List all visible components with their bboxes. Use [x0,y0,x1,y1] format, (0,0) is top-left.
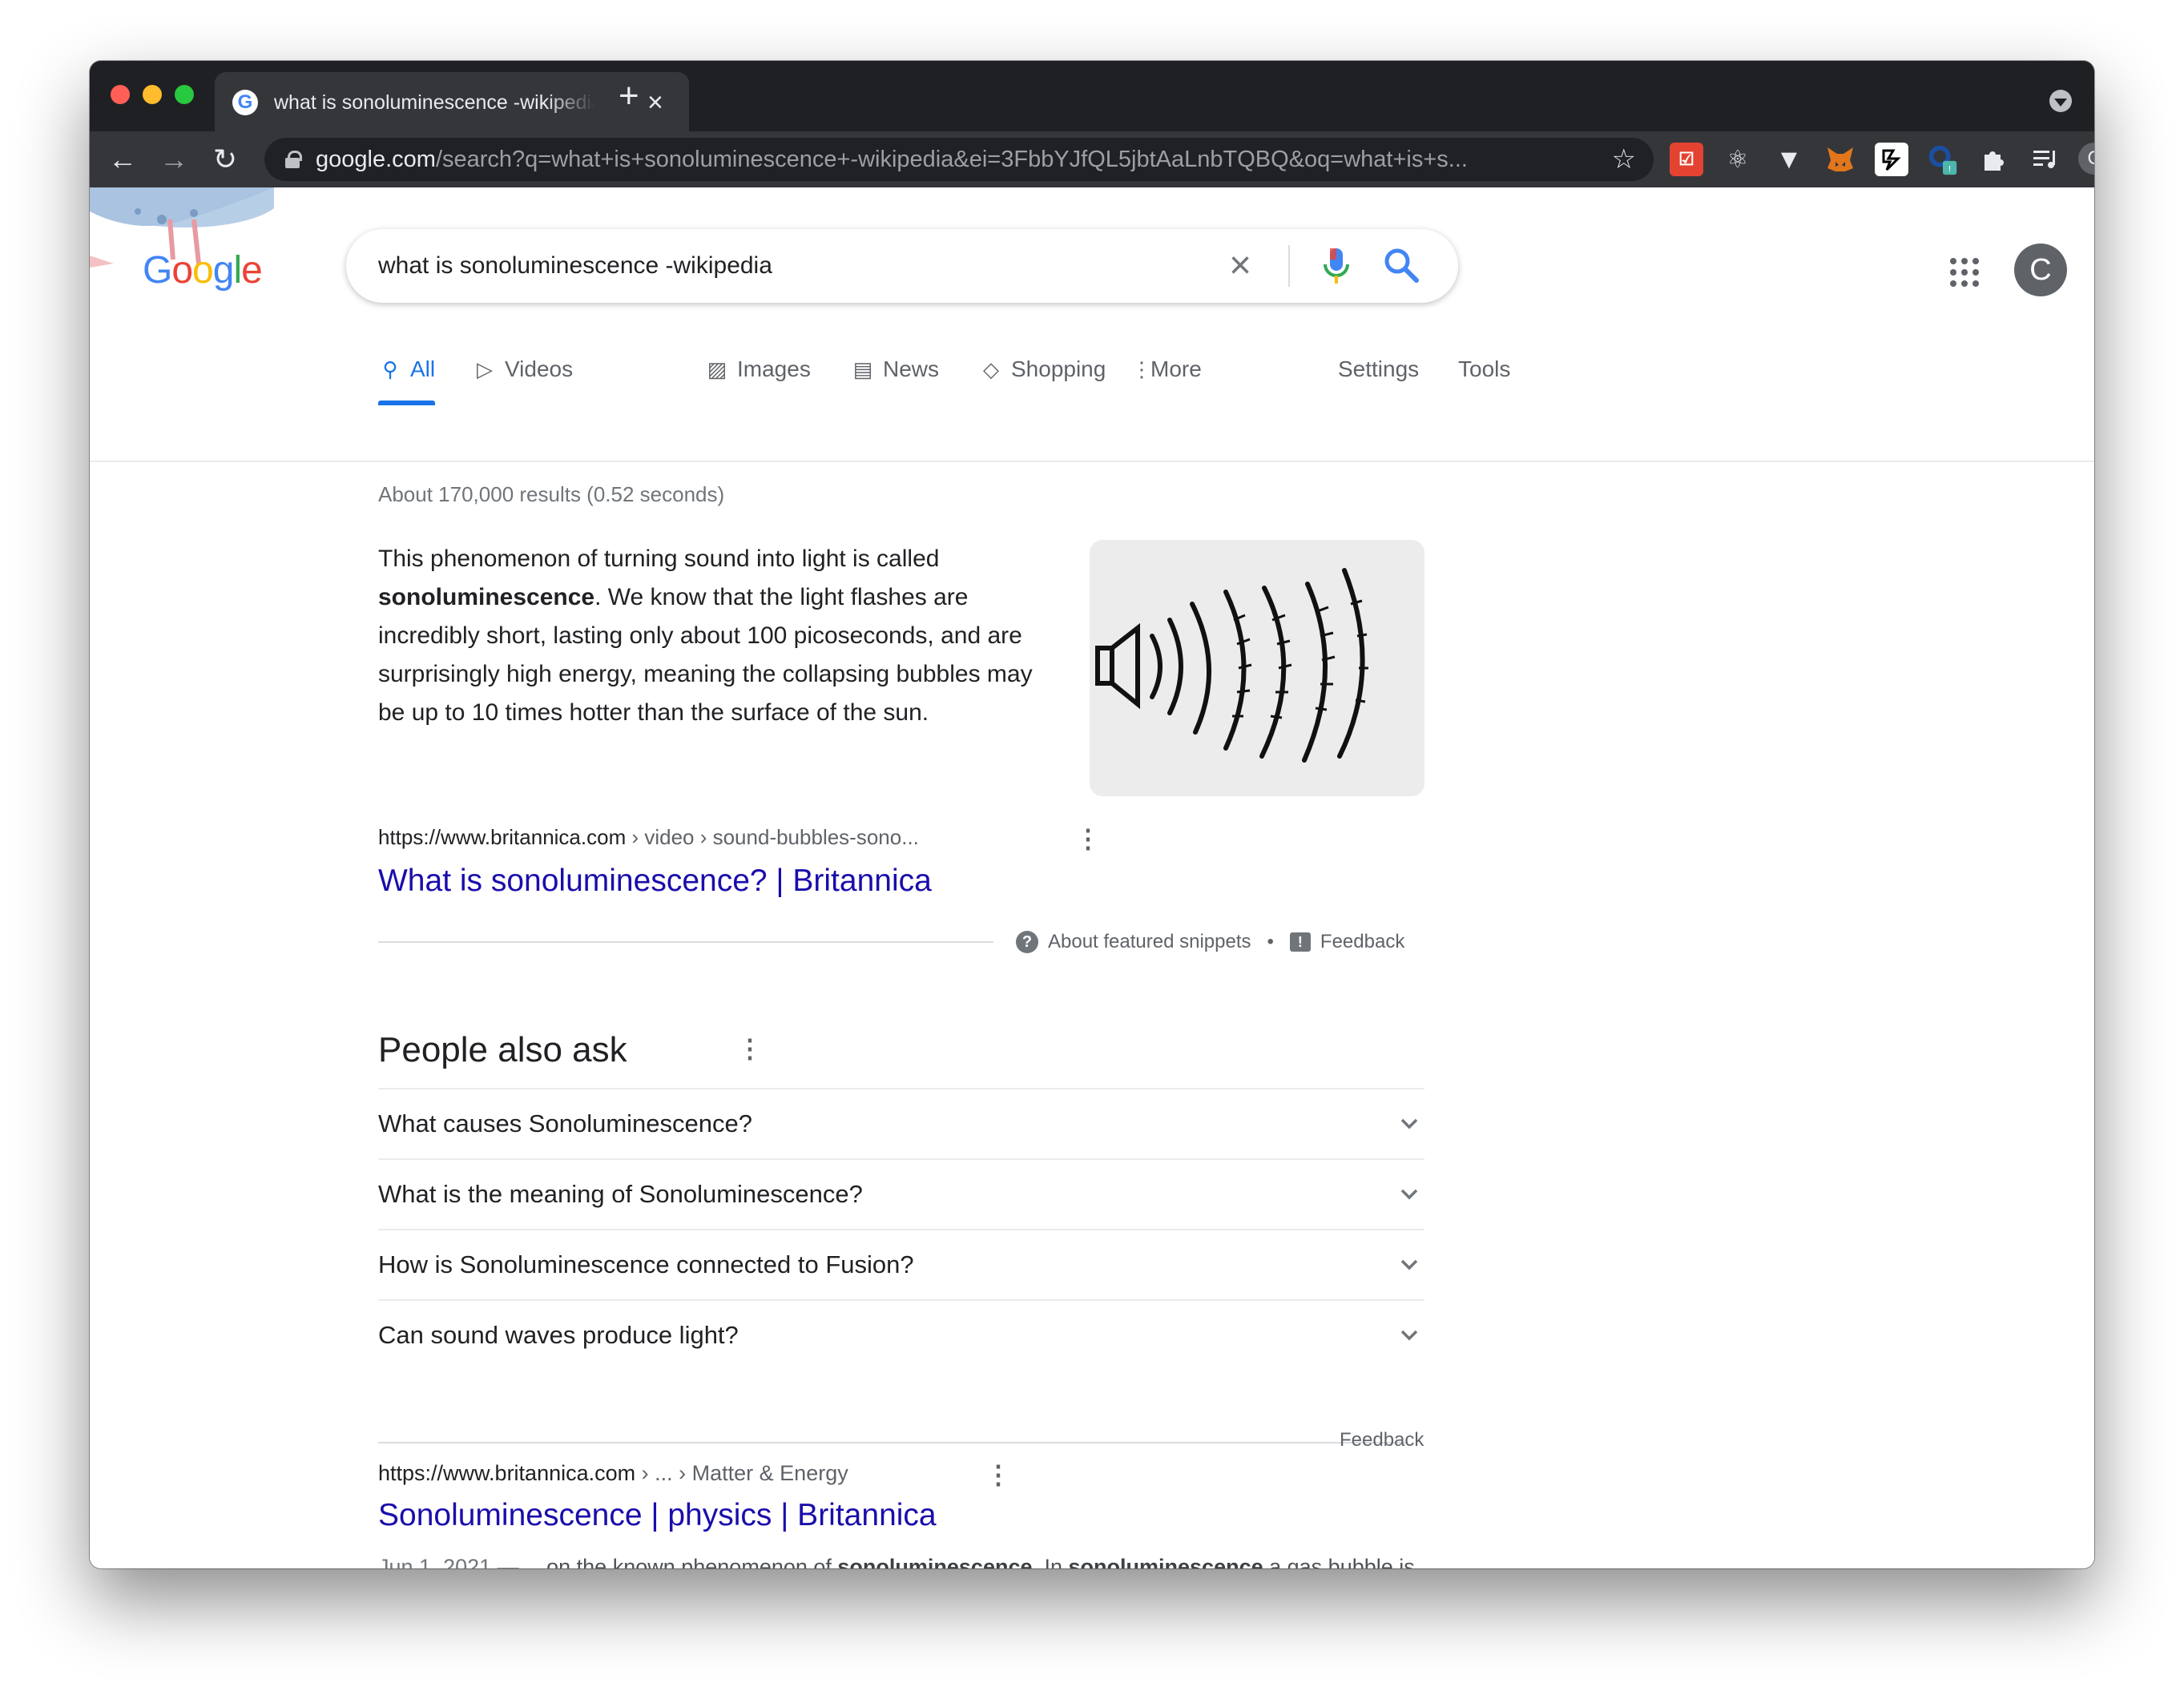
tab-close-icon[interactable]: × [647,87,663,119]
tab-settings[interactable]: Settings [1338,348,1419,405]
paa-question[interactable]: What causes Sonoluminescence? [378,1088,1424,1158]
tab-videos[interactable]: ▷ Videos [473,348,573,405]
vue-devtools-icon[interactable]: ▼ [1772,143,1806,176]
clear-icon[interactable]: × [1229,245,1251,287]
tab-shopping[interactable]: ◇ Shopping [979,348,1106,405]
paa-question[interactable]: What is the meaning of Sonoluminescence? [378,1158,1424,1229]
paa-question-text: Can sound waves produce light? [378,1321,739,1349]
paa-question-text: What is the meaning of Sonoluminescence? [378,1180,863,1208]
react-devtools-icon[interactable]: ⚛ [1721,143,1755,176]
paa-question-text: How is Sonoluminescence connected to Fus… [378,1250,914,1278]
paa-question-text: What causes Sonoluminescence? [378,1109,752,1137]
chevron-down-icon [1400,1330,1418,1341]
snippet-url[interactable]: https://www.britannica.com › video › sou… [378,825,919,850]
microphone-icon[interactable] [1320,244,1352,288]
reload-button[interactable]: ↻ [205,139,245,179]
snippet-divider [378,941,993,943]
snippet-footer: ? About featured snippets • ! Feedback [1016,926,1404,958]
chevron-down-icon [1400,1189,1418,1200]
tab-strip: G what is sonoluminescence -wikipedia - … [90,61,2094,131]
feedback-icon: ! [1289,932,1311,952]
result-more-options-icon[interactable]: ⋮ [985,1461,1011,1488]
tab-search-icon[interactable] [2049,90,2072,112]
result-description: Jun 1, 2021 — …on the known phenomenon o… [378,1555,1415,1568]
result-title-link[interactable]: Sonoluminescence | physics | Britannica [378,1498,937,1533]
separator: • [1267,931,1274,952]
google-apps-icon[interactable] [1948,256,1981,288]
account-avatar[interactable]: C [2014,244,2067,296]
feedback-link[interactable]: Feedback [1320,931,1404,953]
todoist-icon[interactable]: ☑ [1670,143,1703,176]
address-bar[interactable]: google.com/search?q=what+is+sonoluminesc… [264,138,1654,181]
speaker-soundwave-illustration [1095,568,1368,763]
bookmark-star-icon[interactable]: ☆ [1612,143,1636,176]
browser-window: G what is sonoluminescence -wikipedia - … [90,61,2094,1568]
close-window-button[interactable] [111,85,130,104]
image-icon: ▨ [707,357,727,381]
result-url[interactable]: https://www.britannica.com › ... › Matte… [378,1461,848,1486]
tag-icon: ◇ [983,357,999,381]
people-also-ask-list: What causes Sonoluminescence? What is th… [378,1088,1424,1370]
result-stats: About 170,000 results (0.52 seconds) [378,482,725,506]
paa-feedback-link[interactable]: Feedback [1340,1429,1424,1451]
google-logo[interactable]: Google [143,248,263,292]
tab-images[interactable]: ▨ Images [705,348,811,405]
media-queue-icon[interactable] [2029,143,2062,176]
search-input[interactable]: what is sonoluminescence -wikipedia [378,229,772,303]
paa-question[interactable]: Can sound waves produce light? [378,1299,1424,1370]
search-divider [1288,245,1290,287]
people-also-ask-heading: People also ask [378,1030,627,1069]
chevron-down-icon [1400,1118,1418,1129]
profile-avatar[interactable]: C [2078,143,2094,175]
search-icon[interactable] [1380,244,1424,288]
maximize-window-button[interactable] [175,85,194,104]
paa-more-options-icon[interactable]: ⋮ [737,1035,763,1062]
paa-question[interactable]: How is Sonoluminescence connected to Fus… [378,1229,1424,1299]
google-favicon-icon: G [232,90,258,115]
back-button[interactable]: ← [103,139,143,179]
tab-more[interactable]: ⋮ More [1131,348,1202,405]
video-icon: ▷ [477,357,493,381]
puzzle-icon[interactable] [1977,143,2011,176]
search-results-page: Google what is sonoluminescence -wikiped… [90,187,2094,1568]
featured-snippet-text: This phenomenon of turning sound into li… [378,546,1033,726]
about-featured-snippets-link[interactable]: About featured snippets [1048,931,1251,953]
metamask-icon[interactable] [1823,143,1857,176]
url-text[interactable]: google.com/search?q=what+is+sonoluminesc… [316,138,1565,181]
tabs-divider [90,461,2094,462]
forward-button[interactable]: → [154,139,194,179]
extension-badge-icon[interactable]: ! [1926,143,1960,176]
news-icon: ▤ [852,357,873,381]
search-tabs: ⚲ All ▷ Videos ▨ Images ▤ News ◇ Shopping ⋮ Mo… [378,348,1580,405]
snippet-image[interactable] [1090,540,1424,796]
svg-text:!: ! [1948,164,1951,174]
chevron-down-icon [1400,1259,1418,1270]
search-box[interactable]: what is sonoluminescence -wikipedia × [346,229,1458,303]
lock-icon[interactable] [285,151,302,168]
more-vert-icon: ⋮ [1131,357,1152,381]
paa-divider [378,1442,1407,1443]
more-options-icon[interactable]: ⋮ [1075,825,1101,852]
browser-toolbar: ← → ↻ google.com/search?q=what+is+sonolu… [90,131,2094,187]
tab-all[interactable]: ⚲ All [378,348,436,405]
extension-icon[interactable] [1875,143,1908,176]
help-icon: ? [1016,931,1038,953]
minimize-window-button[interactable] [143,85,162,104]
tab-news[interactable]: ▤ News [851,348,939,405]
search-tab-icon: ⚲ [382,357,398,381]
tab-tools[interactable]: Tools [1458,348,1510,405]
snippet-title-link[interactable]: What is sonoluminescence? | Britannica [378,864,932,899]
tab-title: what is sonoluminescence -wikipedia - Go… [274,91,594,114]
new-tab-button[interactable]: + [619,79,639,114]
